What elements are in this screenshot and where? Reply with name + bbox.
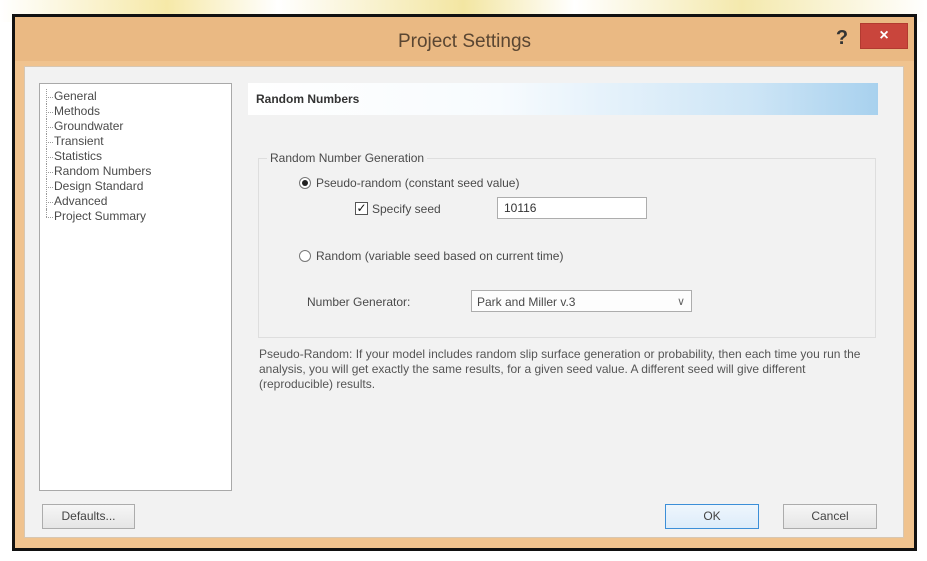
pseudo-random-radio[interactable] [299,177,311,189]
tree-item-advanced[interactable]: Advanced [44,194,231,209]
cancel-button[interactable]: Cancel [783,504,877,529]
chevron-down-icon: ∨ [676,296,685,308]
ok-button[interactable]: OK [665,504,759,529]
tree-item-design-standard[interactable]: Design Standard [44,179,231,194]
defaults-button[interactable]: Defaults... [42,504,135,529]
tree-item-methods[interactable]: Methods [44,104,231,119]
tree-item-statistics[interactable]: Statistics [44,149,231,164]
window-title: Project Settings [397,31,532,52]
tree-item-groundwater[interactable]: Groundwater [44,119,231,134]
dialog-body: General Methods Groundwater Transient St… [24,66,904,538]
settings-tree: General Methods Groundwater Transient St… [39,83,232,491]
pseudo-random-label[interactable]: Pseudo-random (constant seed value) [316,176,519,190]
random-label[interactable]: Random (variable seed based on current t… [316,249,563,263]
tree-item-transient[interactable]: Transient [44,134,231,149]
group-title: Random Number Generation [267,151,428,165]
tree-item-random-numbers[interactable]: Random Numbers [44,164,231,179]
title-bar: Project Settings ? × [15,17,914,61]
tree-item-general[interactable]: General [44,89,231,104]
specify-seed-checkbox[interactable]: ✓ [355,202,368,215]
random-radio[interactable] [299,250,311,262]
number-generator-label: Number Generator: [307,295,411,309]
seed-input[interactable] [497,197,647,219]
help-icon[interactable]: ? [832,27,852,50]
panel-title: Random Numbers [256,92,360,106]
number-generator-value: Park and Miller v.3 [477,295,576,309]
panel-header: Random Numbers [248,83,878,115]
tree-item-project-summary[interactable]: Project Summary [44,209,231,224]
description-text: Pseudo-Random: If your model includes ra… [259,347,861,391]
close-button[interactable]: × [860,23,908,49]
number-generator-select[interactable]: Park and Miller v.3 ∨ [471,290,692,312]
specify-seed-label[interactable]: Specify seed [372,202,441,216]
project-settings-dialog: Project Settings ? × General Methods Gro… [12,14,917,551]
